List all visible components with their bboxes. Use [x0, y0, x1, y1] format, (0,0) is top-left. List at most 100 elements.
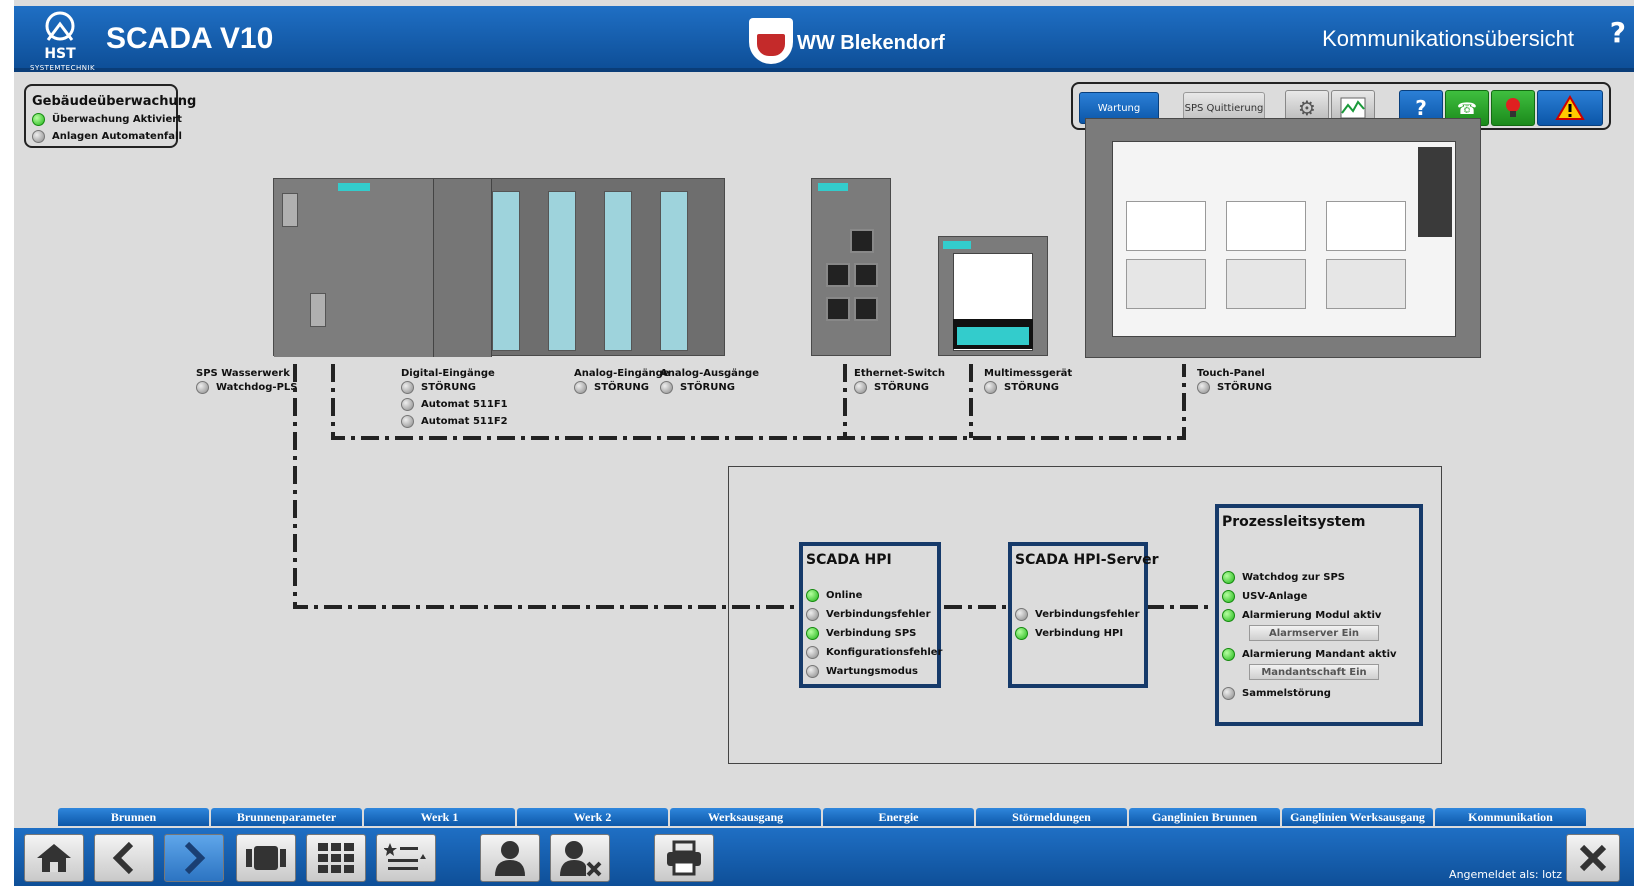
grid-view-icon[interactable]: [306, 834, 366, 882]
home-icon[interactable]: [24, 834, 84, 882]
digital-inputs-block: Digital-Eingänge STÖRUNG Automat 511F1 A…: [401, 368, 508, 430]
alarmserver-button[interactable]: Alarmserver Ein: [1249, 625, 1379, 641]
scada-window: HST SYSTEMTECHNIK SCADA V10 WW Blekendor…: [14, 0, 1634, 886]
status-row: STÖRUNG: [574, 379, 670, 396]
forward-icon[interactable]: [164, 834, 224, 882]
status-row: Anlagen Automatenfall: [32, 128, 182, 145]
building-title: Gebäudeüberwachung: [32, 94, 197, 109]
tab-ganglinien-brunnen[interactable]: Ganglinien Brunnen: [1129, 808, 1280, 826]
status-led-icon: [401, 398, 414, 411]
tab-werksausgang[interactable]: Werksausgang: [670, 808, 821, 826]
device-title: SPS Wasserwerk: [196, 368, 290, 379]
status-row: Automat 511F1: [401, 396, 508, 413]
close-icon[interactable]: [1566, 834, 1620, 882]
page-title: Kommunikationsübersicht: [1322, 26, 1574, 51]
panel-title: Prozessleitsystem: [1222, 514, 1366, 530]
device-title: Multimessgerät: [984, 368, 1073, 379]
bottom-toolbar: Angemeldet als: lotz: [14, 828, 1634, 886]
status-led-icon: [660, 381, 673, 394]
list-menu-icon[interactable]: [376, 834, 436, 882]
logged-in-label: Angemeldet als: lotz: [1449, 868, 1562, 881]
status-row: Sammelstörung: [1222, 684, 1416, 703]
user-logout-icon[interactable]: [550, 834, 610, 882]
status-led-icon: [1222, 648, 1235, 661]
app-title: SCADA V10: [106, 22, 274, 55]
status-led-icon: [32, 113, 45, 126]
status-row: Online: [806, 586, 934, 605]
nav-tabs: Brunnen Brunnenparameter Werk 1 Werk 2 W…: [58, 808, 1586, 826]
building-monitoring-panel: Gebäudeüberwachung Überwachung Aktiviert…: [24, 84, 197, 148]
analog-outputs-block: Analog-Ausgänge STÖRUNG: [660, 368, 759, 396]
scada-hpi-panel: SCADA HPI Online Verbindungsfehler Verbi…: [799, 542, 942, 688]
status-row: STÖRUNG: [660, 379, 759, 396]
device-title: Analog-Ausgänge: [660, 368, 759, 379]
tab-kommunikation[interactable]: Kommunikation: [1435, 808, 1586, 826]
status-led-icon: [806, 608, 819, 621]
tab-werk-1[interactable]: Werk 1: [364, 808, 515, 826]
status-row: Watchdog zur SPS: [1222, 568, 1416, 587]
status-led-icon: [1222, 571, 1235, 584]
device-title: Ethernet-Switch: [854, 368, 945, 379]
tab-energie[interactable]: Energie: [823, 808, 974, 826]
touch-panel-device: [1085, 118, 1481, 358]
status-row: Automat 511F2: [401, 413, 508, 430]
header-bar: HST SYSTEMTECHNIK SCADA V10 WW Blekendor…: [14, 6, 1634, 72]
tab-stoermeldungen[interactable]: Störmeldungen: [976, 808, 1127, 826]
film-view-icon[interactable]: [236, 834, 296, 882]
back-icon[interactable]: [94, 834, 154, 882]
status-led-icon: [196, 381, 209, 394]
crest-icon: [749, 18, 793, 64]
status-row: STÖRUNG: [1197, 379, 1272, 396]
status-led-icon: [401, 415, 414, 428]
status-led-icon: [806, 589, 819, 602]
status-led-icon: [1015, 627, 1028, 640]
tab-brunnenparameter[interactable]: Brunnenparameter: [211, 808, 362, 826]
status-led-icon: [1222, 609, 1235, 622]
status-row: Verbindung HPI: [1015, 624, 1141, 643]
multimeter-device: [938, 236, 1048, 356]
panel-title: SCADA HPI: [806, 552, 892, 568]
status-row: STÖRUNG: [401, 379, 508, 396]
process-control-panel: Prozessleitsystem Watchdog zur SPS USV-A…: [1215, 504, 1423, 726]
tab-brunnen[interactable]: Brunnen: [58, 808, 209, 826]
status-row: Verbindungsfehler: [806, 605, 934, 624]
tab-werk-2[interactable]: Werk 2: [517, 808, 668, 826]
status-led-icon: [1222, 590, 1235, 603]
ethernet-switch-block: Ethernet-Switch STÖRUNG: [854, 368, 945, 396]
hst-logo: HST SYSTEMTECHNIK: [30, 10, 95, 72]
user-login-icon[interactable]: [480, 834, 540, 882]
status-row: Alarmierung Modul aktiv: [1222, 606, 1416, 625]
plc-rack: [273, 178, 725, 357]
status-led-icon: [806, 665, 819, 678]
status-row: Verbindung SPS: [806, 624, 934, 643]
status-row: Konfigurationsfehler: [806, 643, 942, 662]
status-row: STÖRUNG: [854, 379, 945, 396]
status-row: USV-Anlage: [1222, 587, 1416, 606]
ethernet-switch-device: [811, 178, 891, 356]
help-icon[interactable]: ?: [1610, 16, 1626, 49]
status-led-icon: [574, 381, 587, 394]
status-led-icon: [854, 381, 867, 394]
logo-text: HST: [44, 46, 76, 62]
status-row: Watchdog-PLS: [196, 379, 298, 396]
hst-logo-icon: [45, 11, 75, 41]
status-led-icon: [984, 381, 997, 394]
status-led-icon: [1222, 687, 1235, 700]
status-led-icon: [401, 381, 414, 394]
site-name: WW Blekendorf: [797, 32, 945, 54]
multimeter-block: Multimessgerät STÖRUNG: [984, 368, 1072, 396]
status-led-icon: [806, 646, 819, 659]
warning-icon[interactable]: [1537, 90, 1603, 126]
mandant-button[interactable]: Mandantschaft Ein: [1249, 664, 1379, 680]
device-title: Touch-Panel: [1197, 368, 1265, 379]
touch-panel-block: Touch-Panel STÖRUNG: [1197, 368, 1272, 396]
status-led-icon: [1015, 608, 1028, 621]
device-title: Analog-Eingänge: [574, 368, 670, 379]
print-icon[interactable]: [654, 834, 714, 882]
sps-wasserwerk-block: SPS Wasserwerk Watchdog-PLS: [196, 368, 298, 396]
status-led-icon: [32, 130, 45, 143]
panel-title: SCADA HPI-Server: [1015, 552, 1159, 568]
alarm-lamp-icon[interactable]: [1491, 90, 1535, 126]
hpi-server-panel: SCADA HPI-Server Verbindungsfehler Verbi…: [1008, 542, 1159, 688]
tab-ganglinien-werksausgang[interactable]: Ganglinien Werksausgang: [1282, 808, 1433, 826]
